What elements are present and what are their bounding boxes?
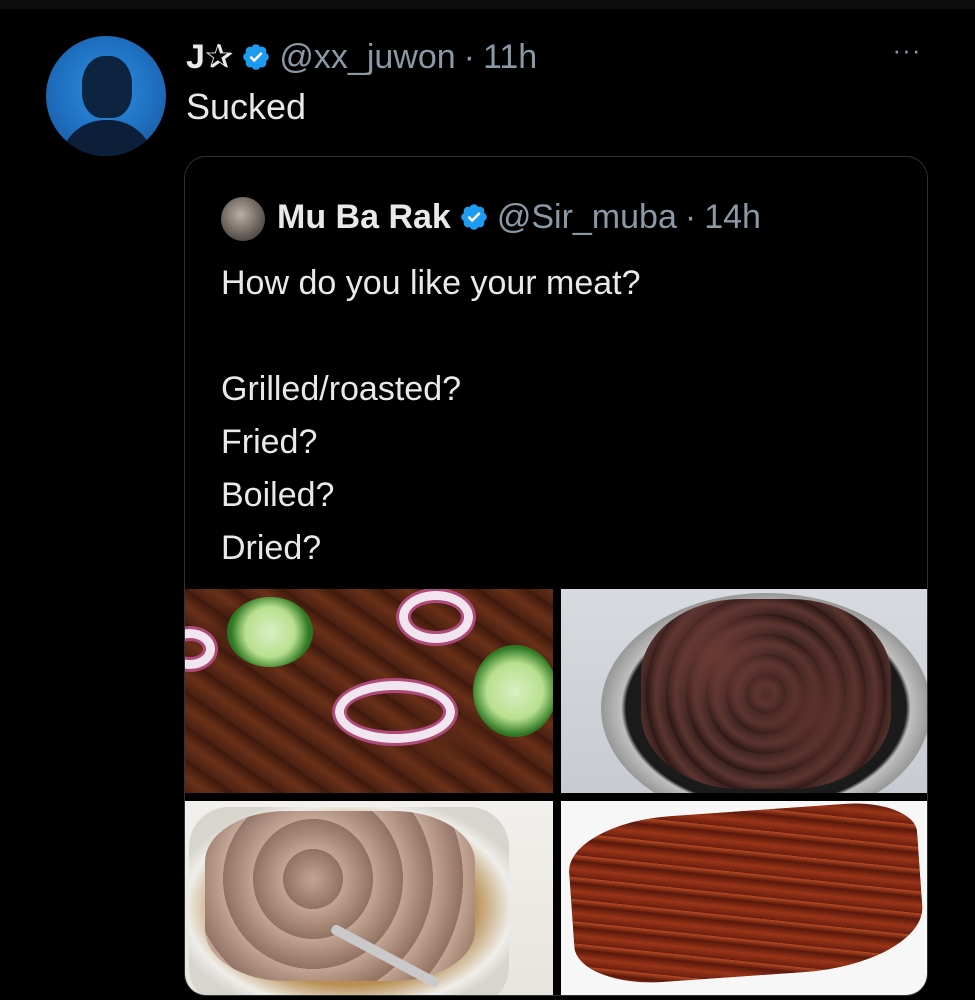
display-name[interactable]: J✰ — [186, 37, 233, 77]
handle[interactable]: @xx_juwon — [279, 38, 455, 77]
quoted-tweet-header: Mu Ba Rak @Sir_muba · 14h — [277, 195, 761, 239]
boiled-meat — [205, 811, 475, 981]
quoted-avatar — [221, 197, 265, 241]
verified-badge-icon — [461, 204, 487, 230]
tweet-text: Sucked — [186, 86, 307, 127]
quoted-handle: @Sir_muba — [496, 197, 677, 236]
quoted-tweet-text: How do you like your meat? Grilled/roast… — [221, 264, 641, 567]
separator-dot: · — [463, 37, 475, 76]
tweet-header: J✰ @xx_juwon · 11h — [186, 34, 537, 80]
media-image-fried[interactable] — [561, 589, 927, 793]
cucumber-slice — [473, 645, 553, 737]
timestamp[interactable]: 11h — [483, 38, 537, 77]
quoted-timestamp: 14h — [704, 197, 761, 236]
onion-ring — [335, 681, 455, 743]
avatar[interactable] — [46, 36, 166, 156]
onion-ring — [399, 591, 473, 643]
media-image-dried[interactable] — [561, 801, 927, 995]
fried-meat — [641, 599, 891, 789]
more-options-icon[interactable]: ··· — [890, 37, 924, 63]
onion-ring — [185, 629, 215, 669]
media-image-boiled[interactable] — [185, 801, 553, 995]
avatar-shoulders — [60, 120, 154, 156]
quoted-display-name: Mu Ba Rak — [277, 197, 451, 236]
avatar-head — [82, 56, 132, 118]
media-grid — [185, 589, 927, 995]
verified-badge-icon — [243, 44, 270, 70]
dried-meat — [565, 801, 927, 989]
separator-dot: · — [684, 197, 697, 236]
quoted-tweet-card[interactable]: Mu Ba Rak @Sir_muba · 14h How do you lik… — [184, 156, 928, 996]
top-divider — [0, 0, 975, 9]
media-image-grilled[interactable] — [185, 589, 553, 793]
cucumber-slice — [227, 597, 313, 667]
